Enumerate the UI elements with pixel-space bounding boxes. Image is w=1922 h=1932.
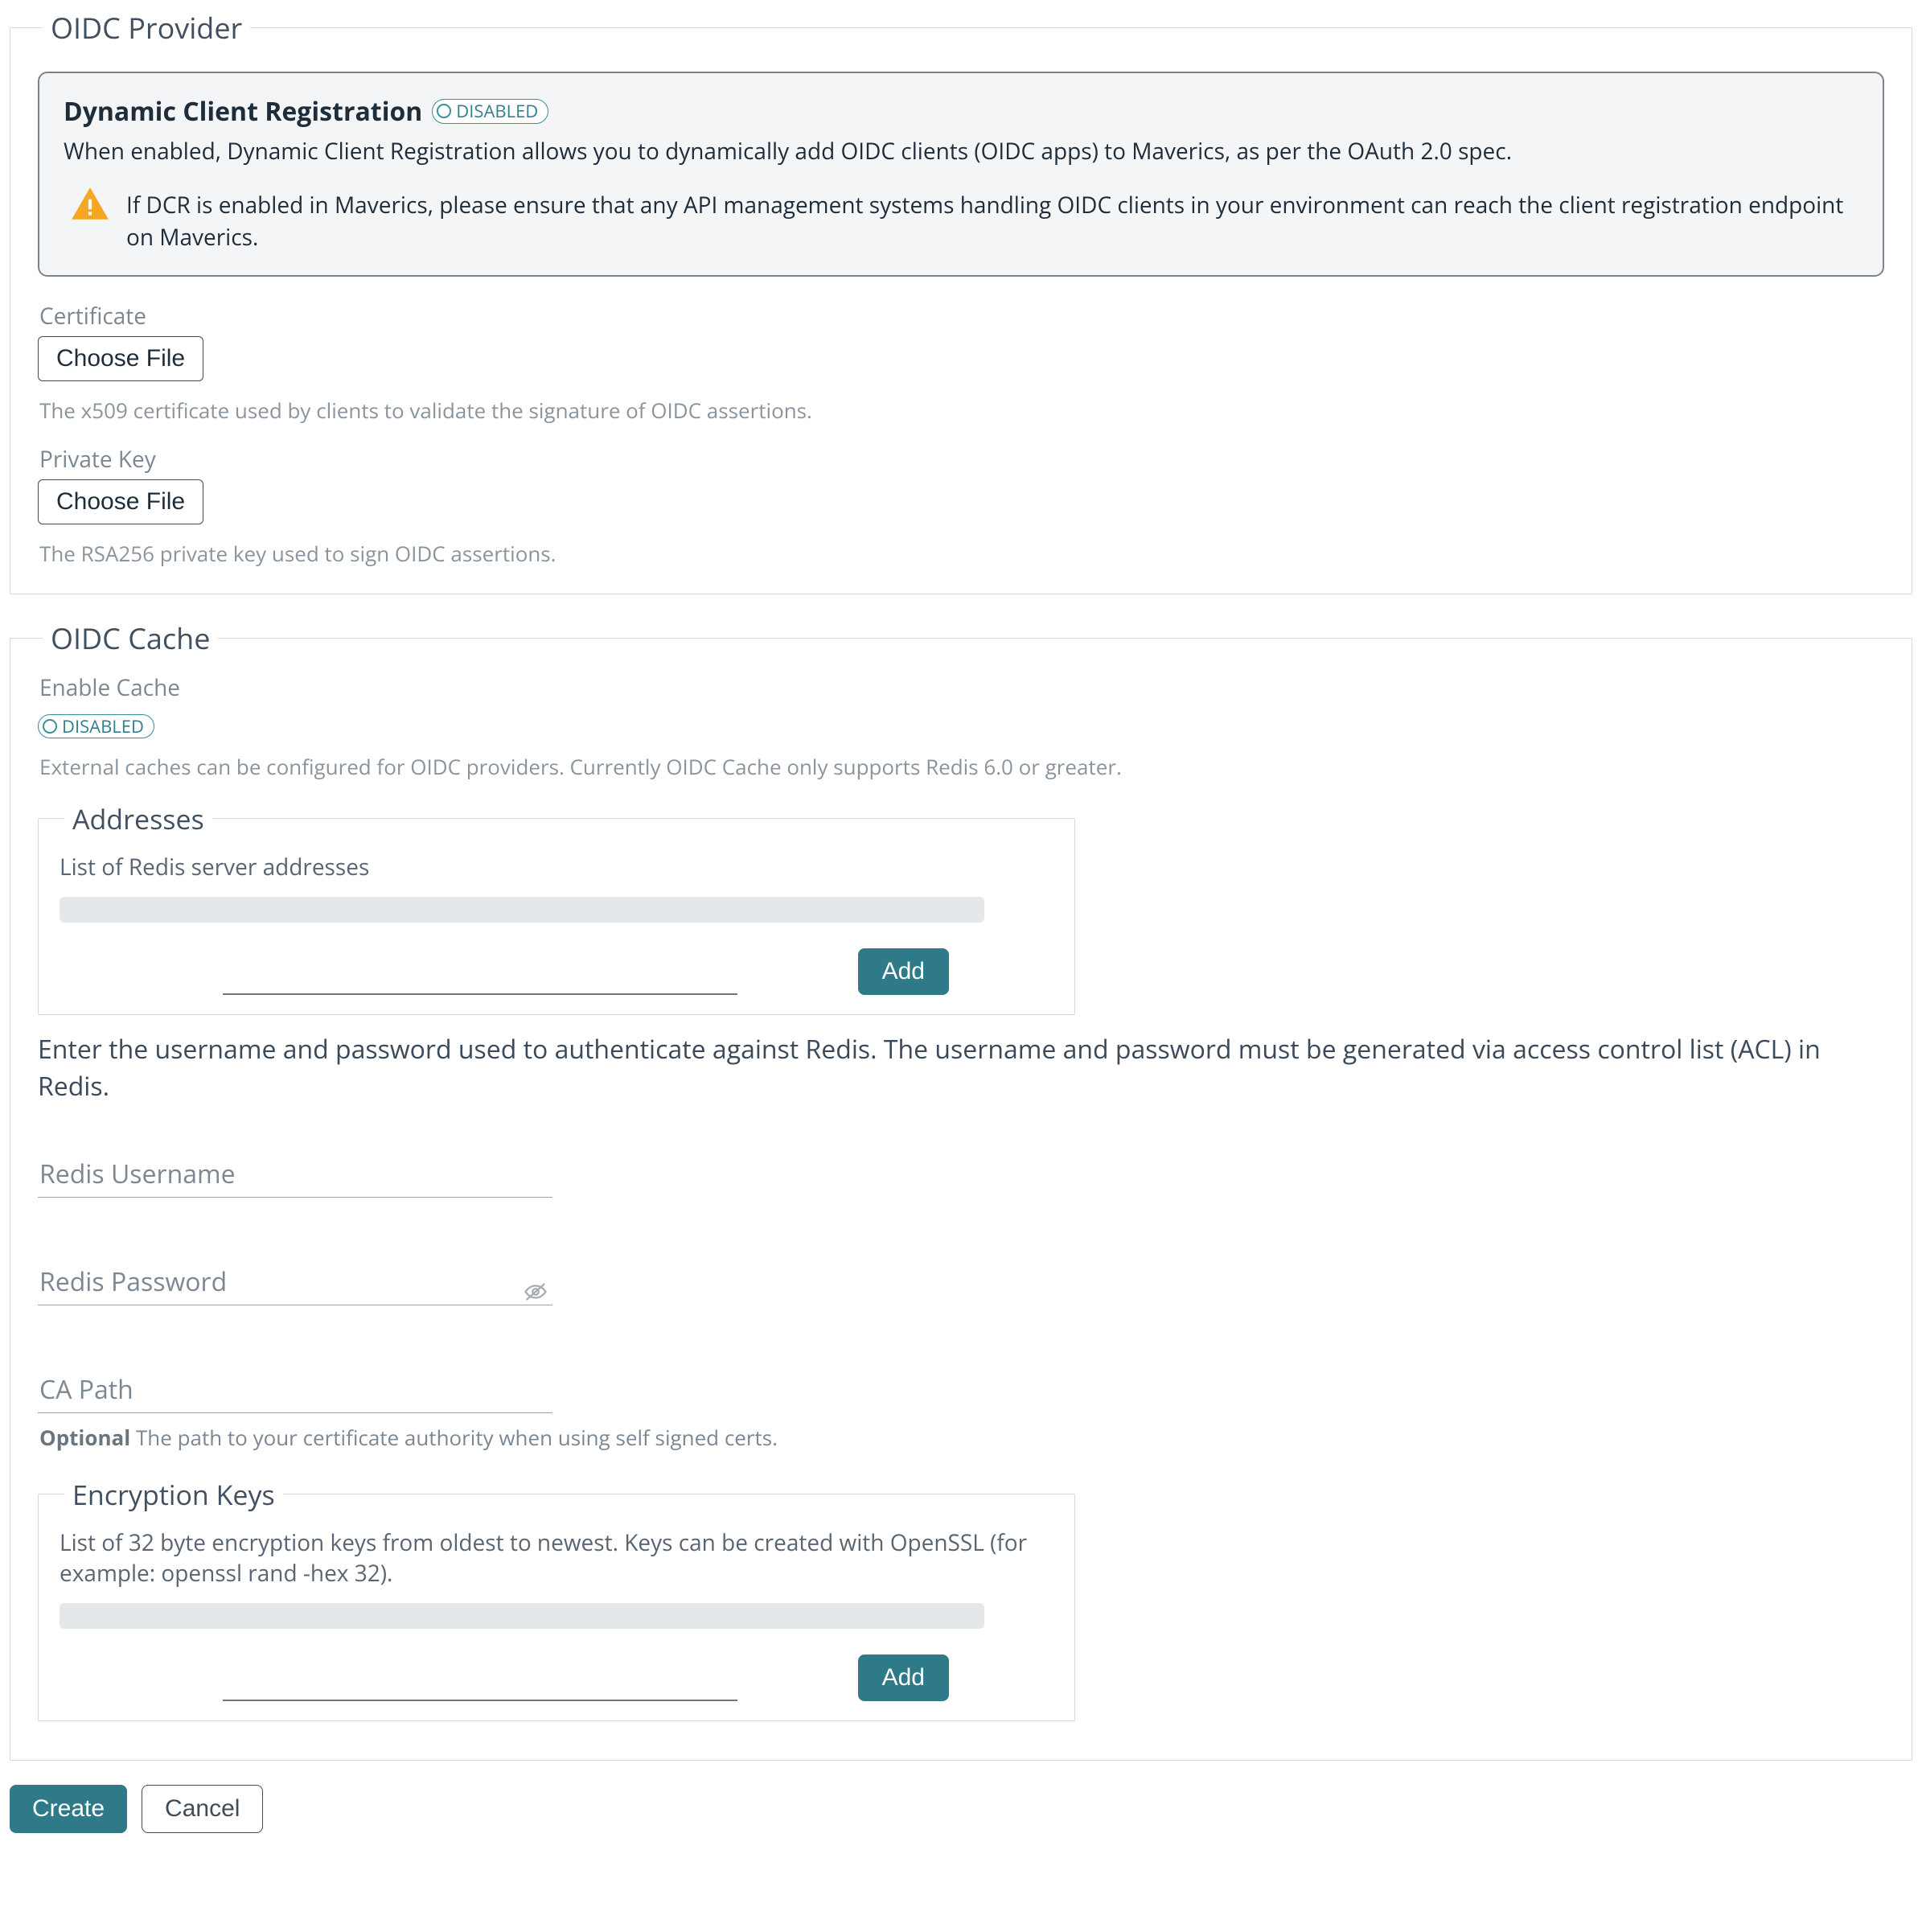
encryption-keys-desc: List of 32 byte encryption keys from old… [60, 1527, 1053, 1589]
footer-actions: Create Cancel [10, 1785, 1912, 1833]
create-button[interactable]: Create [10, 1785, 127, 1833]
encryption-keys-add-button[interactable]: Add [858, 1655, 949, 1701]
encryption-keys-group: Encryption Keys List of 32 byte encrypti… [38, 1476, 1075, 1721]
addresses-chip-list[interactable] [60, 897, 984, 923]
redis-username-input[interactable] [38, 1138, 552, 1198]
oidc-cache-legend: OIDC Cache [43, 619, 218, 658]
private-key-choose-file-button[interactable]: Choose File [38, 479, 203, 524]
redis-auth-explain: Enter the username and password used to … [38, 1031, 1884, 1106]
ca-path-help-prefix: Optional [39, 1423, 130, 1452]
cancel-button[interactable]: Cancel [142, 1785, 263, 1833]
certificate-help: The x509 certificate used by clients to … [39, 396, 1884, 425]
private-key-help: The RSA256 private key used to sign OIDC… [39, 539, 1884, 568]
dcr-description: When enabled, Dynamic Client Registratio… [64, 135, 1858, 168]
private-key-label: Private Key [39, 444, 1884, 475]
addresses-add-button[interactable]: Add [858, 948, 949, 995]
encryption-keys-legend: Encryption Keys [64, 1476, 283, 1513]
ca-path-field: CA Path [38, 1354, 552, 1413]
redis-password-field: Redis Password [38, 1246, 552, 1305]
certificate-label: Certificate [39, 301, 1884, 331]
toggle-off-icon [43, 719, 57, 734]
dcr-callout: Dynamic Client Registration DISABLED Whe… [38, 72, 1884, 277]
toggle-off-icon [437, 104, 451, 118]
oidc-provider-legend: OIDC Provider [43, 8, 250, 47]
warning-icon [70, 184, 110, 224]
addresses-desc: List of Redis server addresses [60, 852, 1053, 882]
enable-cache-disabled-badge[interactable]: DISABLED [38, 714, 154, 738]
oidc-cache-group: OIDC Cache Enable Cache DISABLED Externa… [10, 619, 1912, 1761]
addresses-group: Addresses List of Redis server addresses… [38, 800, 1075, 1015]
dcr-title: Dynamic Client Registration [64, 94, 422, 129]
certificate-choose-file-button[interactable]: Choose File [38, 336, 203, 381]
dcr-badge-text: DISABLED [456, 101, 538, 121]
enable-cache-label: Enable Cache [39, 672, 1884, 703]
enable-cache-badge-text: DISABLED [62, 716, 144, 737]
ca-path-help: Optional The path to your certificate au… [39, 1423, 1884, 1452]
encryption-keys-chip-list[interactable] [60, 1603, 984, 1629]
ca-path-input[interactable] [38, 1354, 552, 1413]
oidc-provider-group: OIDC Provider Dynamic Client Registratio… [10, 8, 1912, 594]
dcr-warning: If DCR is enabled in Maverics, please en… [126, 184, 1858, 254]
addresses-legend: Addresses [64, 800, 212, 837]
visibility-off-icon[interactable] [524, 1278, 548, 1297]
redis-password-input[interactable] [38, 1246, 552, 1305]
encryption-keys-input[interactable] [223, 1663, 737, 1701]
dcr-disabled-badge[interactable]: DISABLED [432, 99, 548, 123]
addresses-input[interactable] [223, 956, 737, 995]
ca-path-help-text: The path to your certificate authority w… [136, 1423, 778, 1452]
cache-help: External caches can be configured for OI… [39, 752, 1884, 781]
redis-username-field: Redis Username [38, 1138, 552, 1198]
